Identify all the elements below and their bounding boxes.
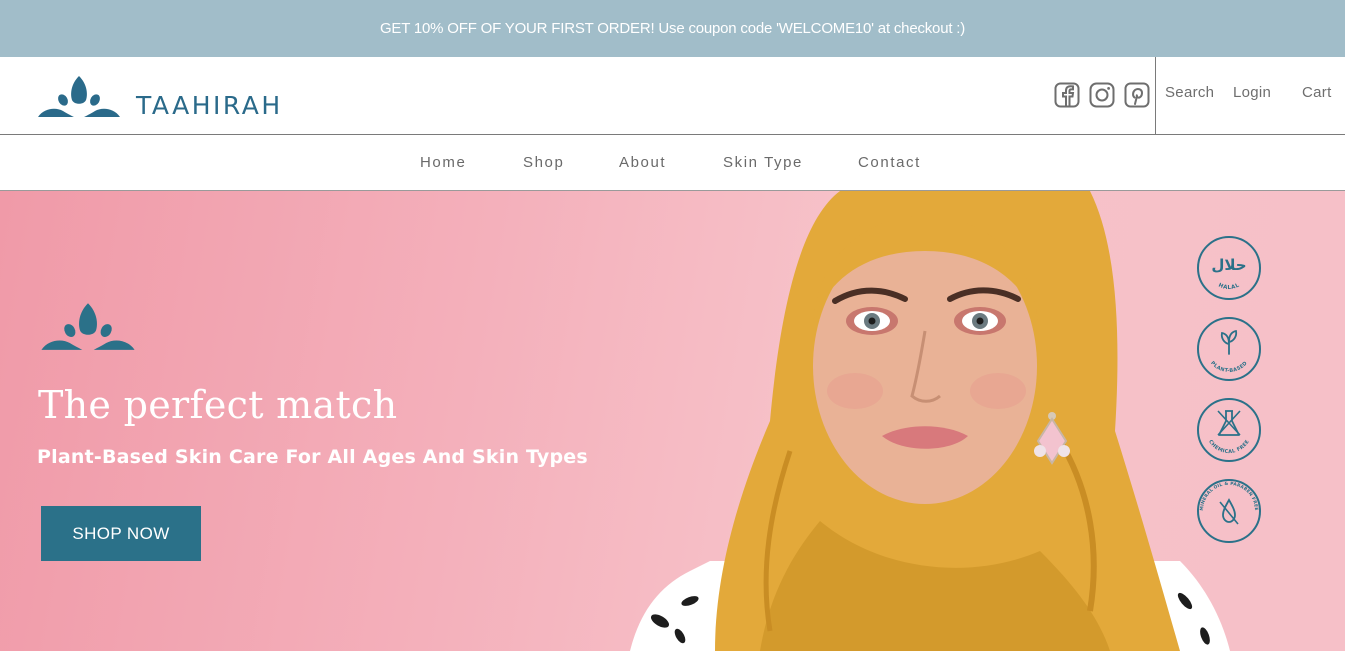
halal-badge-icon: حلال HALAL xyxy=(1197,236,1261,300)
svg-text:PLANT-BASED: PLANT-BASED xyxy=(1209,360,1249,374)
facebook-icon[interactable] xyxy=(1054,82,1080,108)
chemical-free-badge-icon: CHEMICAL FREE xyxy=(1197,398,1261,462)
brand-name: TAAHIRAH xyxy=(136,91,283,120)
nav-item-shop[interactable]: Shop xyxy=(523,154,564,171)
svg-text:CHEMICAL FREE: CHEMICAL FREE xyxy=(1207,439,1251,455)
search-link[interactable]: Search xyxy=(1165,84,1214,101)
nav-item-skin-type[interactable]: Skin Type xyxy=(723,154,803,171)
chemical-free-badge-label: CHEMICAL FREE xyxy=(1207,439,1251,455)
site-header: TAAHIRAH Search Login Cart xyxy=(0,57,1345,135)
announcement-bar: GET 10% OFF OF YOUR FIRST ORDER! Use cou… xyxy=(0,0,1345,57)
header-divider xyxy=(1155,57,1156,135)
cart-link[interactable]: Cart xyxy=(1302,84,1332,101)
lotus-mark-icon xyxy=(41,303,135,350)
hero-subtitle: Plant-Based Skin Care For All Ages And S… xyxy=(37,446,588,468)
nav-item-home[interactable]: Home xyxy=(420,154,466,171)
lotus-logo-icon xyxy=(38,76,120,117)
announcement-text: GET 10% OFF OF YOUR FIRST ORDER! Use cou… xyxy=(379,20,966,37)
social-links xyxy=(1054,82,1150,108)
nav-item-about[interactable]: About xyxy=(619,154,666,171)
nav-item-contact[interactable]: Contact xyxy=(858,154,921,171)
plant-based-badge-icon: PLANT-BASED xyxy=(1197,317,1261,381)
hero-title: The perfect match xyxy=(38,383,398,427)
halal-glyph: حلال xyxy=(1211,256,1246,274)
shop-now-button[interactable]: SHOP NOW xyxy=(41,506,201,561)
main-nav: Home Shop About Skin Type Contact xyxy=(0,135,1345,191)
brand-logo[interactable]: TAAHIRAH xyxy=(36,74,283,120)
instagram-icon[interactable] xyxy=(1089,82,1115,108)
svg-text:HALAL: HALAL xyxy=(1217,282,1240,291)
pinterest-icon[interactable] xyxy=(1124,82,1150,108)
login-link[interactable]: Login xyxy=(1233,84,1271,101)
mineral-oil-paraben-free-badge-icon: MINERAL OIL & PARABEN FREE xyxy=(1197,479,1261,543)
hero-banner: The perfect match Plant-Based Skin Care … xyxy=(0,191,1345,651)
svg-text:MINERAL OIL & PARABEN FREE: MINERAL OIL & PARABEN FREE xyxy=(1199,481,1259,511)
plant-based-badge-label: PLANT-BASED xyxy=(1209,360,1248,374)
hero-model-image xyxy=(630,191,1230,651)
halal-badge-label: HALAL xyxy=(1217,282,1240,291)
mineral-oil-paraben-free-badge-label: MINERAL OIL & PARABEN FREE xyxy=(1199,481,1259,511)
